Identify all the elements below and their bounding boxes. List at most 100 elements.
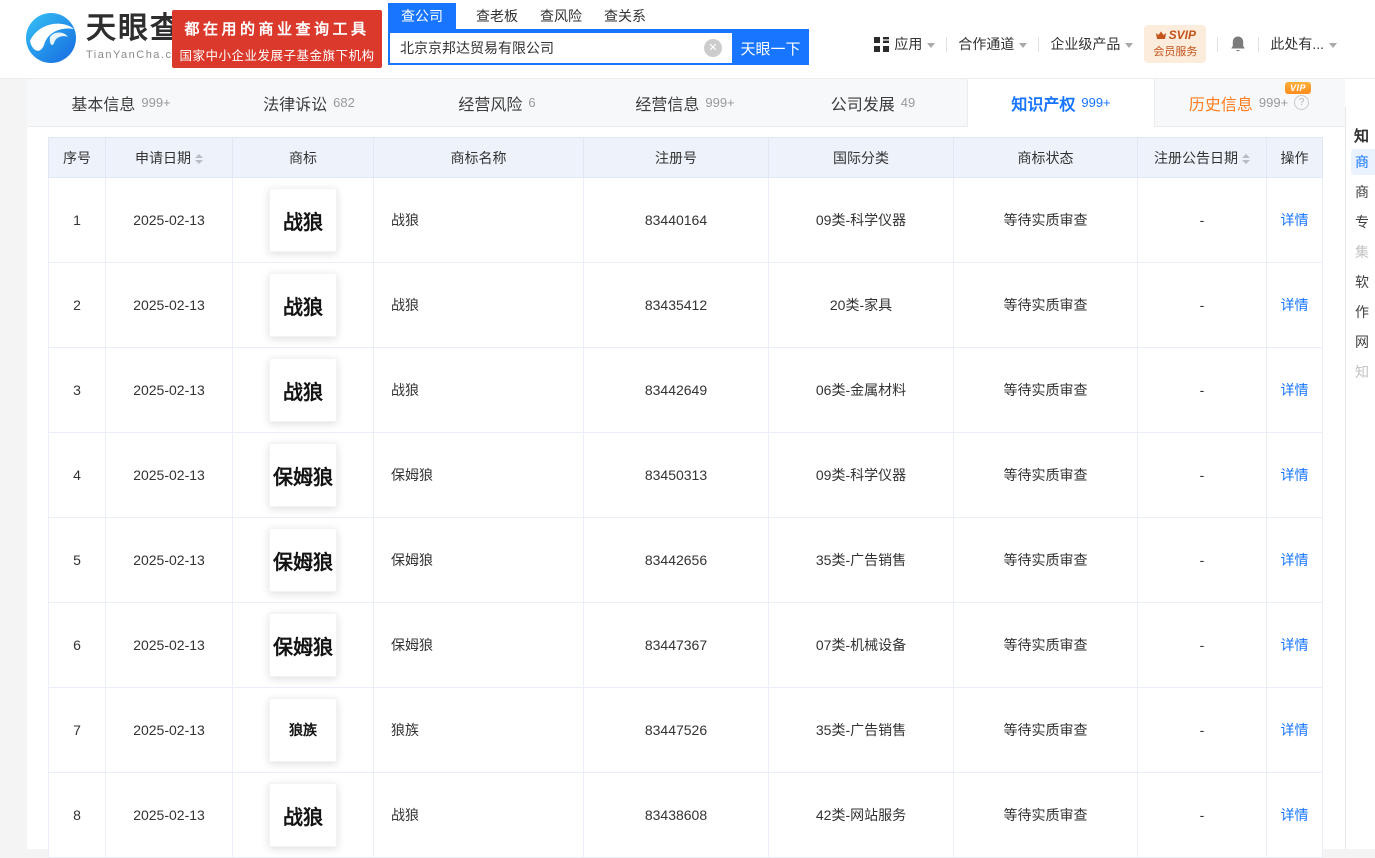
trademark-image[interactable]: 战狼 <box>269 783 337 847</box>
column-label: 商标状态 <box>1017 149 1074 166</box>
tab-法律诉讼[interactable]: 法律诉讼 682 <box>215 79 403 126</box>
column-label: 注册公告日期 <box>1154 149 1238 166</box>
cell-registration-number: 83447526 <box>583 687 769 773</box>
cell-trademark-name: 保姆狼 <box>373 517 584 603</box>
anchor-item-4[interactable]: 软 <box>1351 269 1375 295</box>
cell-registration-number: 83442656 <box>583 517 769 603</box>
table-row: 7 2025-02-13 狼族 狼族 83447526 35类-广告销售 等待实质审查 - 详情 <box>48 687 1323 773</box>
nav-enterprise-label: 企业级产品 <box>1050 36 1121 52</box>
tab-count: 999+ <box>141 95 171 110</box>
tab-label: 知识产权 <box>1011 96 1076 114</box>
grid-icon <box>874 36 890 52</box>
detail-link[interactable]: 详情 <box>1281 382 1309 398</box>
divider <box>946 36 948 52</box>
cell-publish-date: - <box>1137 262 1267 348</box>
sort-icon[interactable] <box>1242 153 1250 164</box>
nav-item-enterprise[interactable]: 企业级产品 <box>1050 34 1134 54</box>
search-button[interactable]: 天眼一下 <box>732 31 809 65</box>
cell-apply-date: 2025-02-13 <box>105 347 233 433</box>
detail-link[interactable]: 详情 <box>1281 212 1309 228</box>
column-header-申请日期: 申请日期 <box>105 137 233 178</box>
nav-apps-label: 应用 <box>894 36 923 52</box>
trademark-image[interactable]: 保姆狼 <box>269 528 337 592</box>
sort-icon[interactable] <box>195 153 203 164</box>
tab-label: 基本信息 <box>71 96 136 114</box>
column-header-注册公告日期: 注册公告日期 <box>1137 137 1267 178</box>
sidebar-divider <box>1345 107 1346 849</box>
anchor-item-3[interactable]: 集 <box>1351 239 1375 265</box>
tab-经营风险[interactable]: 经营风险 6 <box>403 79 591 126</box>
nav-item-cooperation[interactable]: 合作通道 <box>958 34 1028 54</box>
cell-status: 等待实质审查 <box>953 602 1138 688</box>
cell-action: 详情 <box>1266 772 1323 858</box>
tab-经营信息[interactable]: 经营信息 999+ <box>591 79 779 126</box>
cell-trademark-name: 战狼 <box>373 772 584 858</box>
trademark-image[interactable]: 保姆狼 <box>269 443 337 507</box>
cell-apply-date: 2025-02-13 <box>105 262 233 348</box>
tab-公司发展[interactable]: 公司发展 49 <box>779 79 967 126</box>
cell-serial: 7 <box>48 687 106 773</box>
cell-serial: 2 <box>48 262 106 348</box>
cell-apply-date: 2025-02-13 <box>105 432 233 518</box>
cell-serial: 6 <box>48 602 106 688</box>
search-input[interactable] <box>388 31 732 65</box>
cell-apply-date: 2025-02-13 <box>105 687 233 773</box>
anchor-item-5[interactable]: 作 <box>1351 299 1375 325</box>
cell-action: 详情 <box>1266 602 1323 688</box>
search-tabs: 查公司 查老板 查风险 查关系 <box>388 3 809 31</box>
chevron-down-icon <box>1019 42 1028 48</box>
anchor-item-0[interactable]: 商 <box>1351 149 1375 175</box>
cell-registration-number: 83438608 <box>583 772 769 858</box>
tab-基本信息[interactable]: 基本信息 999+ <box>27 79 215 126</box>
search-tab-1[interactable]: 查老板 <box>474 3 520 29</box>
anchor-item-6[interactable]: 网 <box>1351 329 1375 355</box>
nav-item-apps[interactable]: 应用 <box>874 34 936 54</box>
cell-action: 详情 <box>1266 177 1323 263</box>
tab-label: 法律诉讼 <box>263 96 328 114</box>
column-label: 序号 <box>63 149 91 166</box>
top-nav: 应用 合作通道 企业级产品 SVIP 会员服务 此处有... <box>874 25 1337 63</box>
promo-line1: 都在用的商业查询工具 <box>184 21 370 38</box>
column-label: 国际分类 <box>833 149 889 166</box>
tab-count: 999+ <box>1081 95 1111 110</box>
question-icon[interactable]: ? <box>1294 95 1310 110</box>
detail-link[interactable]: 详情 <box>1281 637 1309 653</box>
tab-count: 6 <box>528 95 536 110</box>
anchor-item-2[interactable]: 专 <box>1351 209 1375 235</box>
search-tab-3[interactable]: 查关系 <box>602 3 648 29</box>
cell-intl-class: 06类-金属材料 <box>768 347 954 433</box>
trademark-image[interactable]: 战狼 <box>269 273 337 337</box>
tab-count: 999+ <box>705 95 735 110</box>
cell-status: 等待实质审查 <box>953 177 1138 263</box>
trademark-image[interactable]: 狼族 <box>269 698 337 762</box>
anchor-item-1[interactable]: 商 <box>1351 179 1375 205</box>
trademark-image[interactable]: 战狼 <box>269 358 337 422</box>
tab-count: 682 <box>333 95 355 110</box>
cell-action: 详情 <box>1266 347 1323 433</box>
cell-trademark-image: 战狼 <box>232 347 374 433</box>
detail-link[interactable]: 详情 <box>1281 807 1309 823</box>
trademark-image[interactable]: 战狼 <box>269 188 337 252</box>
search-tab-2[interactable]: 查风险 <box>538 3 584 29</box>
tab-历史信息[interactable]: 历史信息 999+ VIP? <box>1155 79 1343 126</box>
section-tabbar: 基本信息 999+ 法律诉讼 682 经营风险 6 经营信息 999+ 公司发展 49 知识产权 99… <box>27 79 1345 127</box>
clear-icon[interactable]: ✕ <box>704 39 722 57</box>
cell-publish-date: - <box>1137 517 1267 603</box>
detail-link[interactable]: 详情 <box>1281 297 1309 313</box>
cell-trademark-name: 战狼 <box>373 177 584 263</box>
nav-more-label: 此处有... <box>1270 36 1324 52</box>
tab-label: 经营信息 <box>635 96 700 114</box>
detail-link[interactable]: 详情 <box>1281 552 1309 568</box>
search-tab-0[interactable]: 查公司 <box>388 3 456 29</box>
tab-知识产权[interactable]: 知识产权 999+ <box>967 79 1155 127</box>
notification-bell-icon[interactable] <box>1229 35 1247 54</box>
anchor-item-7[interactable]: 知 <box>1351 359 1375 385</box>
detail-link[interactable]: 详情 <box>1281 467 1309 483</box>
svip-member-badge[interactable]: SVIP 会员服务 <box>1144 25 1207 63</box>
detail-link[interactable]: 详情 <box>1281 722 1309 738</box>
cell-trademark-name: 战狼 <box>373 262 584 348</box>
cell-serial: 8 <box>48 772 106 858</box>
nav-item-more[interactable]: 此处有... <box>1270 34 1337 54</box>
tianyancha-logo[interactable]: 天眼查 TianYanCha.com <box>24 11 191 65</box>
trademark-image[interactable]: 保姆狼 <box>269 613 337 677</box>
